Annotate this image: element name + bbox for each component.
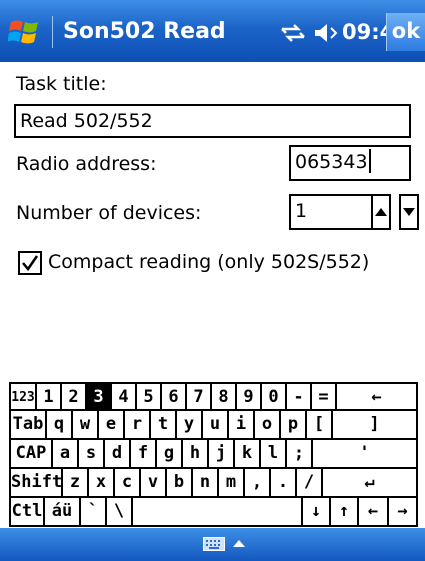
soft-keyboard: 123 1 2 3 4 5 6 7 8 9 0 - = ← Tab q w e … xyxy=(9,382,418,528)
keyboard-row: Ctl áü ` \ ↓ ↑ ← → xyxy=(9,498,418,527)
speaker-icon[interactable] xyxy=(313,22,339,44)
key-k[interactable]: k xyxy=(235,440,261,469)
key-j[interactable]: j xyxy=(209,440,235,469)
key-ctrl[interactable]: Ctl xyxy=(9,498,45,527)
key-s[interactable]: s xyxy=(79,440,105,469)
title-bar: Son502 Read 09:41 ok xyxy=(0,0,425,62)
key-left-bracket[interactable]: [ xyxy=(307,411,333,440)
arrow-left-key[interactable]: ← xyxy=(359,498,389,527)
key-right-bracket[interactable]: ] xyxy=(333,411,418,440)
key-l[interactable]: l xyxy=(261,440,287,469)
key-8[interactable]: 8 xyxy=(212,382,237,411)
key-o[interactable]: o xyxy=(255,411,281,440)
key-slash[interactable]: / xyxy=(297,469,323,498)
key-1[interactable]: 1 xyxy=(37,382,62,411)
key-equals[interactable]: = xyxy=(312,382,337,411)
keyboard-row: CAP a s d f g h j k l ; ' xyxy=(9,440,418,469)
key-m[interactable]: m xyxy=(219,469,245,498)
key-period[interactable]: . xyxy=(271,469,297,498)
key-3[interactable]: 3 xyxy=(87,382,112,411)
key-f[interactable]: f xyxy=(131,440,157,469)
key-quote[interactable]: ' xyxy=(313,440,418,469)
app-title: Son502 Read xyxy=(63,19,226,44)
key-caps[interactable]: CAP xyxy=(9,440,53,469)
arrow-right-key[interactable]: → xyxy=(389,498,418,527)
key-b[interactable]: b xyxy=(167,469,193,498)
devices-spin-down-button[interactable] xyxy=(399,194,419,230)
keyboard-row: 123 1 2 3 4 5 6 7 8 9 0 - = ← xyxy=(9,382,418,411)
arrow-up-key[interactable]: ↑ xyxy=(331,498,359,527)
key-x[interactable]: x xyxy=(89,469,115,498)
input-panel-bar xyxy=(0,528,425,561)
key-w[interactable]: w xyxy=(73,411,99,440)
key-minus[interactable]: - xyxy=(287,382,312,411)
key-z[interactable]: z xyxy=(63,469,89,498)
key-accents[interactable]: áü xyxy=(45,498,81,527)
key-u[interactable]: u xyxy=(203,411,229,440)
radio-address-label: Radio address: xyxy=(16,153,157,175)
checkmark-icon xyxy=(22,255,39,272)
enter-key[interactable]: ↵ xyxy=(323,469,418,498)
title-separator xyxy=(52,16,53,48)
key-shift[interactable]: Shift xyxy=(9,469,63,498)
key-4[interactable]: 4 xyxy=(112,382,137,411)
text-caret xyxy=(368,149,371,173)
key-tab[interactable]: Tab xyxy=(9,411,47,440)
key-backtick[interactable]: ` xyxy=(81,498,107,527)
arrow-down-key[interactable]: ↓ xyxy=(303,498,331,527)
key-semicolon[interactable]: ; xyxy=(287,440,313,469)
key-t[interactable]: t xyxy=(151,411,177,440)
key-7[interactable]: 7 xyxy=(187,382,212,411)
compact-reading-checkbox[interactable] xyxy=(18,251,42,275)
key-0[interactable]: 0 xyxy=(262,382,287,411)
key-r[interactable]: r xyxy=(125,411,151,440)
key-h[interactable]: h xyxy=(183,440,209,469)
key-backslash[interactable]: \ xyxy=(107,498,133,527)
key-g[interactable]: g xyxy=(157,440,183,469)
key-v[interactable]: v xyxy=(141,469,167,498)
key-6[interactable]: 6 xyxy=(162,382,187,411)
key-123[interactable]: 123 xyxy=(9,382,37,411)
key-n[interactable]: n xyxy=(193,469,219,498)
windows-start-icon[interactable] xyxy=(8,17,42,47)
radio-address-value: 065343 xyxy=(295,151,368,173)
ok-button[interactable]: ok xyxy=(386,13,425,51)
key-c[interactable]: c xyxy=(115,469,141,498)
key-i[interactable]: i xyxy=(229,411,255,440)
task-title-input[interactable]: Read 502/552 xyxy=(14,104,411,138)
key-2[interactable]: 2 xyxy=(62,382,87,411)
key-9[interactable]: 9 xyxy=(237,382,262,411)
key-a[interactable]: a xyxy=(53,440,79,469)
triangle-up-icon xyxy=(375,208,387,216)
key-q[interactable]: q xyxy=(47,411,73,440)
task-title-label: Task title: xyxy=(16,73,107,95)
devices-label: Number of devices: xyxy=(16,202,202,224)
devices-value-field[interactable]: 1 xyxy=(289,194,373,230)
compact-reading-label: Compact reading (only 502S/552) xyxy=(48,251,370,273)
keyboard-icon[interactable] xyxy=(203,537,225,551)
key-d[interactable]: d xyxy=(105,440,131,469)
devices-spin-up-button[interactable] xyxy=(371,194,391,230)
key-y[interactable]: y xyxy=(177,411,203,440)
space-key[interactable] xyxy=(133,498,303,527)
key-5[interactable]: 5 xyxy=(137,382,162,411)
backspace-key[interactable]: ← xyxy=(337,382,418,411)
connectivity-icon[interactable] xyxy=(280,22,306,44)
key-e[interactable]: e xyxy=(99,411,125,440)
radio-address-input[interactable]: 065343 xyxy=(289,145,411,181)
key-comma[interactable]: , xyxy=(245,469,271,498)
key-p[interactable]: p xyxy=(281,411,307,440)
input-selector-arrow-icon[interactable] xyxy=(233,540,245,547)
keyboard-row: Shift z x c v b n m , . / ↵ xyxy=(9,469,418,498)
triangle-down-icon xyxy=(403,208,415,216)
keyboard-row: Tab q w e r t y u i o p [ ] xyxy=(9,411,418,440)
